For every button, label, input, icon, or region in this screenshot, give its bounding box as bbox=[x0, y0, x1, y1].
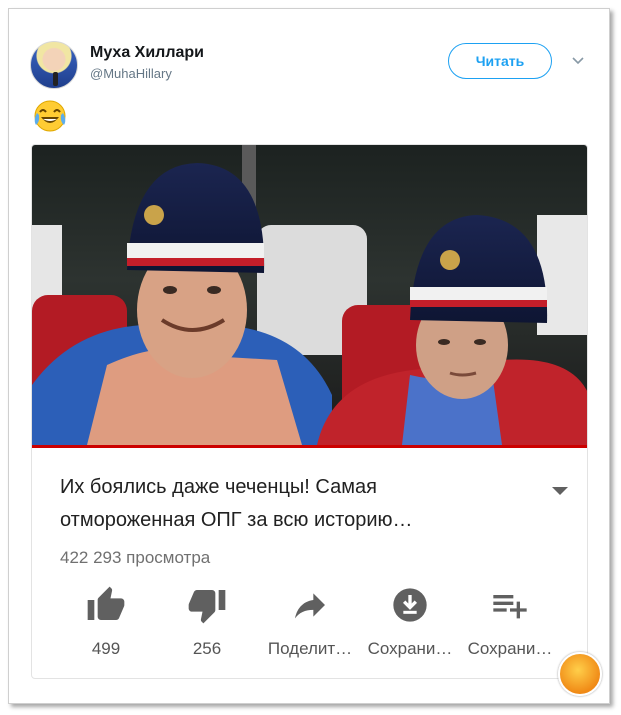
view-count: 422 293 просмотра bbox=[60, 548, 211, 567]
tears-of-joy-emoji-icon bbox=[34, 100, 66, 132]
user-handle[interactable]: @MuhaHillary bbox=[90, 66, 172, 81]
share-icon bbox=[295, 593, 325, 619]
video-title-line-2: отмороженная ОПГ за всю историю… bbox=[60, 509, 413, 531]
dislike-count: 256 bbox=[192, 639, 222, 658]
add-to-playlist-icon bbox=[493, 595, 527, 619]
save-to-playlist-button[interactable]: Сохрани… bbox=[458, 585, 562, 659]
expand-description-icon[interactable] bbox=[550, 485, 570, 497]
share-label: Поделит… bbox=[267, 639, 353, 658]
like-count: 499 bbox=[91, 639, 121, 658]
share-button[interactable]: Поделит… bbox=[258, 585, 362, 659]
chevron-down-icon[interactable] bbox=[570, 52, 586, 68]
user-name[interactable]: Муха Хиллари bbox=[90, 44, 204, 62]
youtube-card: Их боялись даже чеченцы! Самая отморожен… bbox=[31, 144, 588, 679]
video-title-line-1: Их боялись даже чеченцы! Самая bbox=[60, 476, 377, 498]
save-label: Сохрани… bbox=[467, 639, 553, 658]
download-icon bbox=[393, 588, 427, 622]
follow-button[interactable]: Читать bbox=[448, 43, 552, 79]
video-title[interactable]: Их боялись даже чеченцы! Самая отморожен… bbox=[60, 471, 530, 537]
like-button[interactable]: 499 bbox=[54, 585, 158, 659]
avatar[interactable] bbox=[30, 41, 78, 89]
dislike-button[interactable]: 256 bbox=[155, 585, 259, 659]
video-thumbnail[interactable] bbox=[32, 145, 588, 445]
thumbs-up-icon bbox=[87, 586, 125, 620]
video-progress-bar[interactable] bbox=[32, 445, 587, 448]
thumbs-down-icon bbox=[188, 590, 226, 624]
video-actions-bar: 499 256 Поделит… Сохрани… Сохрани… bbox=[32, 585, 587, 675]
download-button[interactable]: Сохрани… bbox=[358, 585, 462, 659]
site-logo-watermark bbox=[558, 652, 602, 696]
tweet-header: Муха Хиллари @MuhaHillary Читать bbox=[30, 38, 590, 89]
microphone-icon bbox=[53, 72, 58, 86]
download-label: Сохрани… bbox=[367, 639, 453, 658]
